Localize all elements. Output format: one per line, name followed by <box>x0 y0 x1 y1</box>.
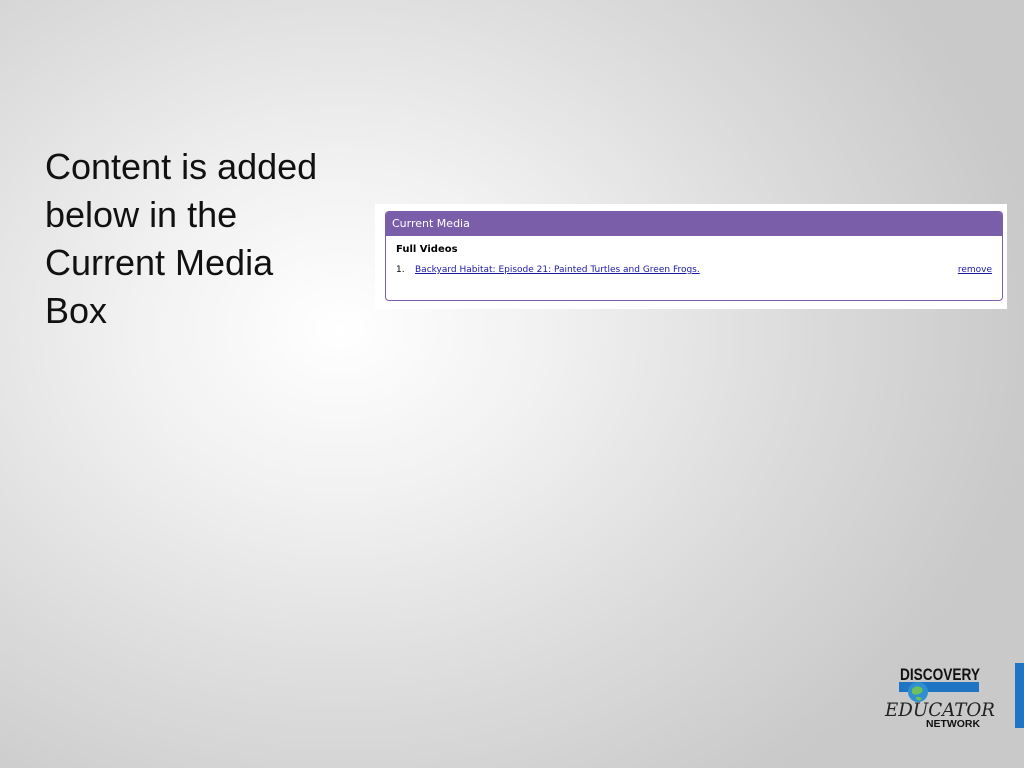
slide-text-line: below in the <box>45 194 238 235</box>
logo-network-text: NETWORK <box>926 719 981 730</box>
slide-text-line: Content is added <box>45 146 318 187</box>
remove-link[interactable]: remove <box>958 263 992 277</box>
video-title-link[interactable]: Backyard Habitat: Episode 21: Painted Tu… <box>415 263 700 277</box>
discovery-educator-network-logo: DISCOVERY EDUCATOR NETWORK <box>884 665 995 730</box>
item-number: 1. <box>396 265 405 275</box>
current-media-box: Current Media Full Videos 1. Backyard Ha… <box>385 211 1003 301</box>
full-videos-heading: Full Videos <box>396 244 458 255</box>
list-item: 1. Backyard Habitat: Episode 21: Painted… <box>396 263 992 277</box>
logo-discovery-text: DISCOVERY <box>900 665 981 684</box>
current-media-header: Current Media <box>386 212 1002 236</box>
slide-text-line: Current Media <box>45 242 274 283</box>
slide-text-line: Box <box>45 290 108 331</box>
media-screenshot-frame: Current Media Full Videos 1. Backyard Ha… <box>375 204 1007 309</box>
logo-educator-text: EDUCATOR <box>884 699 995 721</box>
slide-body-text: Content is added below in the Current Me… <box>45 143 365 335</box>
accent-bar <box>1015 663 1024 728</box>
